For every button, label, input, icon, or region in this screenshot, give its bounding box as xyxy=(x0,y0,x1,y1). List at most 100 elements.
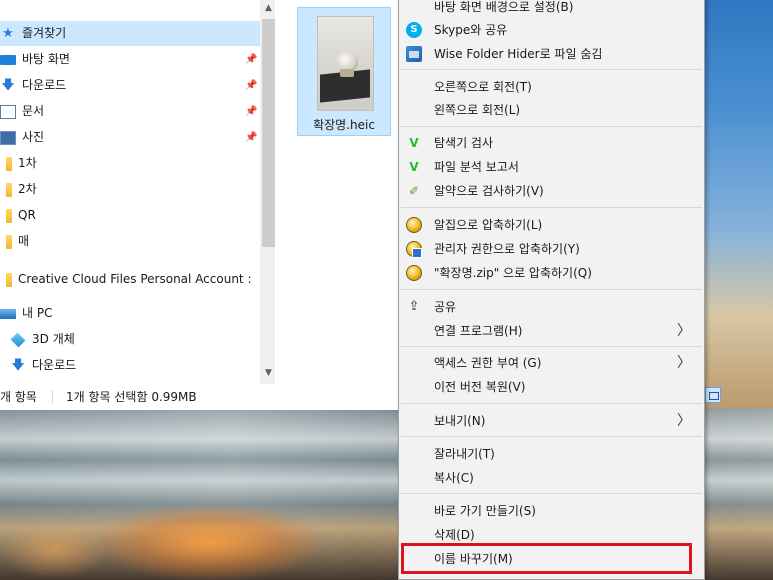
pin-icon: 📌 xyxy=(245,54,258,65)
scroll-down-arrow-icon[interactable]: ▼ xyxy=(260,365,275,382)
nav-item-label: 즐겨찾기 xyxy=(22,26,67,40)
menu-item-set-wallpaper[interactable]: 바탕 화면 배경으로 설정(B) xyxy=(399,0,704,19)
menu-item-delete[interactable]: 삭제(D) xyxy=(399,523,704,547)
nav-item-label: Creative Cloud Files Personal Account : xyxy=(18,272,252,286)
nav-item-favorites[interactable]: ★ 즐겨찾기 xyxy=(0,21,260,46)
document-icon xyxy=(0,104,16,119)
v3-icon: V xyxy=(409,160,419,174)
nav-item-creative-cloud[interactable]: Creative Cloud Files Personal Account : xyxy=(6,267,260,292)
picture-icon xyxy=(0,130,16,145)
menu-item-label: 액세스 권한 부여 (G) xyxy=(434,356,542,370)
menu-separator xyxy=(401,493,702,494)
nav-item-folder-mae[interactable]: 매 xyxy=(0,229,29,254)
menu-item-alzip-zip[interactable]: "확장명.zip" 으로 압축하기(Q) xyxy=(399,261,704,285)
status-divider xyxy=(52,390,53,404)
selected-file-tile[interactable]: 확장명.heic xyxy=(297,7,391,136)
nav-item-label: 다운로드 xyxy=(22,78,67,92)
menu-item-cut[interactable]: 잘라내기(T) xyxy=(399,442,704,466)
menu-item-label: 바탕 화면 배경으로 설정(B) xyxy=(434,0,574,14)
3d-objects-icon xyxy=(10,332,26,347)
menu-item-label: Wise Folder Hider로 파일 숨김 xyxy=(434,47,603,61)
desktop-sunset-glow xyxy=(100,505,320,580)
nav-item-folder-qr[interactable]: QR xyxy=(0,203,36,228)
nav-scrollbar[interactable]: ▲ ▼ xyxy=(260,0,275,384)
file-explorer-window: ★ 즐겨찾기 바탕 화면 📌 🡇 다운로드 📌 문서 📌 사진 📌 1차 2차 … xyxy=(0,0,398,410)
folder-icon xyxy=(6,272,12,287)
menu-item-label: 관리자 권한으로 압축하기(Y) xyxy=(434,242,580,256)
menu-separator xyxy=(401,69,702,70)
menu-item-label: 이름 바꾸기(M) xyxy=(434,552,513,566)
nav-item-pc-downloads[interactable]: 🡇 다운로드 xyxy=(10,353,76,378)
folder-icon xyxy=(6,208,12,223)
menu-item-label: 이전 버전 복원(V) xyxy=(434,380,526,394)
menu-separator xyxy=(401,289,702,290)
menu-item-alzip-compress[interactable]: 알집으로 압축하기(L) xyxy=(399,213,704,237)
scroll-up-arrow-icon[interactable]: ▲ xyxy=(260,0,275,17)
file-thumbnail xyxy=(317,16,374,111)
menu-item-label: 파일 분석 보고서 xyxy=(434,160,519,174)
menu-item-label: 보내기(N) xyxy=(434,414,486,428)
menu-item-file-analysis[interactable]: V 파일 분석 보고서 xyxy=(399,155,704,179)
nav-item-folder-1[interactable]: 1차 xyxy=(0,151,37,176)
folder-icon xyxy=(6,182,12,197)
large-icons-view-button[interactable] xyxy=(705,387,721,403)
menu-item-share[interactable]: ⇪ 공유 xyxy=(399,295,704,319)
menu-separator xyxy=(401,126,702,127)
menu-item-label: 복사(C) xyxy=(434,471,474,485)
pc-icon xyxy=(0,308,16,319)
menu-separator xyxy=(401,346,702,347)
context-menu: 바탕 화면 배경으로 설정(B) S Skype와 공유 Wise Folder… xyxy=(398,0,705,580)
menu-separator xyxy=(401,436,702,437)
menu-item-give-access[interactable]: 액세스 권한 부여 (G) 〉 xyxy=(399,351,704,375)
download-arrow-icon: 🡇 xyxy=(11,357,25,373)
alzip-admin-icon xyxy=(406,241,422,258)
v3-icon: V xyxy=(409,136,419,150)
menu-item-label: 바로 가기 만들기(S) xyxy=(434,504,536,518)
nav-item-desktop[interactable]: 바탕 화면 📌 xyxy=(0,47,260,72)
menu-item-rotate-right[interactable]: 오른쪽으로 회전(T) xyxy=(399,75,704,99)
nav-item-this-pc[interactable]: 내 PC xyxy=(0,301,52,326)
menu-item-v3-scan[interactable]: V 탐색기 검사 xyxy=(399,131,704,155)
nav-item-label: 문서 xyxy=(22,104,45,118)
share-icon: ⇪ xyxy=(408,299,420,314)
nav-item-folder-2[interactable]: 2차 xyxy=(0,177,37,202)
nav-item-downloads[interactable]: 🡇 다운로드 📌 xyxy=(0,73,260,98)
thumbnail-pot xyxy=(340,69,354,77)
pin-icon: 📌 xyxy=(245,80,258,91)
pin-icon: 📌 xyxy=(245,106,258,117)
folder-icon xyxy=(6,156,12,171)
file-list-pane[interactable]: 확장명.heic xyxy=(277,0,398,384)
menu-item-rotate-left[interactable]: 왼쪽으로 회전(L) xyxy=(399,98,704,122)
skype-icon: S xyxy=(406,22,422,38)
menu-separator xyxy=(401,207,702,208)
menu-item-open-with[interactable]: 연결 프로그램(H) 〉 xyxy=(399,319,704,343)
menu-item-rename[interactable]: 이름 바꾸기(M) xyxy=(399,547,704,571)
menu-item-restore-versions[interactable]: 이전 버전 복원(V) xyxy=(399,375,704,399)
nav-item-pictures[interactable]: 사진 📌 xyxy=(0,125,260,150)
pin-icon: 📌 xyxy=(245,132,258,143)
menu-item-copy[interactable]: 복사(C) xyxy=(399,466,704,490)
menu-item-create-shortcut[interactable]: 바로 가기 만들기(S) xyxy=(399,499,704,523)
menu-item-alyac-scan[interactable]: ✐ 알약으로 검사하기(V) xyxy=(399,179,704,203)
menu-item-share-skype[interactable]: S Skype와 공유 xyxy=(399,18,704,42)
scrollbar-thumb[interactable] xyxy=(262,19,275,247)
folder-icon xyxy=(6,234,12,249)
nav-item-label: 1차 xyxy=(18,156,37,170)
nav-item-label: 바탕 화면 xyxy=(22,52,70,66)
nav-item-3d-objects[interactable]: 3D 개체 xyxy=(10,327,75,352)
nav-item-label: 다운로드 xyxy=(32,358,77,372)
navigation-pane[interactable]: ★ 즐겨찾기 바탕 화면 📌 🡇 다운로드 📌 문서 📌 사진 📌 1차 2차 … xyxy=(0,0,275,384)
nav-item-label: 사진 xyxy=(22,130,45,144)
menu-item-wise-folder-hider[interactable]: Wise Folder Hider로 파일 숨김 xyxy=(399,42,704,66)
menu-item-label: 알집으로 압축하기(L) xyxy=(434,218,543,232)
status-bar: 개 항목 1개 항목 선택함 0.99MB xyxy=(0,384,398,410)
nav-item-label: 내 PC xyxy=(22,306,53,320)
menu-item-send-to[interactable]: 보내기(N) 〉 xyxy=(399,409,704,433)
chevron-right-icon: 〉 xyxy=(677,413,691,429)
file-name-label: 확장명.heic xyxy=(313,118,375,132)
menu-item-alzip-admin[interactable]: 관리자 권한으로 압축하기(Y) xyxy=(399,237,704,261)
menu-item-label: 삭제(D) xyxy=(434,528,475,542)
nav-item-documents[interactable]: 문서 📌 xyxy=(0,99,260,124)
menu-item-label: Skype와 공유 xyxy=(434,23,508,37)
desktop-sky xyxy=(705,0,773,420)
